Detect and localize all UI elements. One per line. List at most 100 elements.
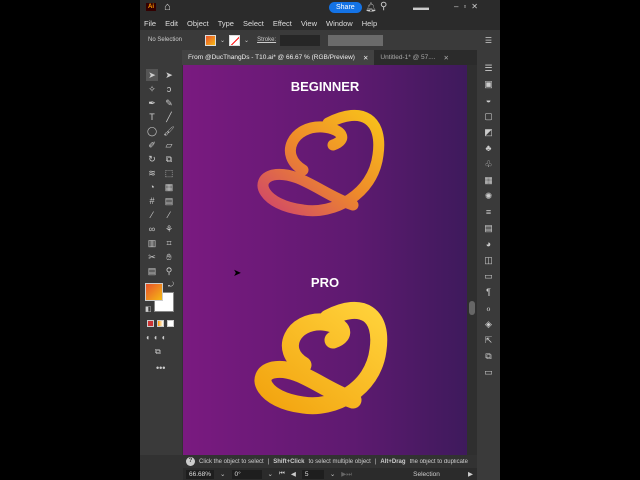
magic-wand-icon[interactable]: ✧ xyxy=(146,83,158,95)
hand-icon[interactable]: ✋︎ xyxy=(163,251,175,263)
direct-selection-tool-icon[interactable]: ➤ xyxy=(163,69,175,81)
comments-icon[interactable]: ▭ xyxy=(477,364,500,380)
draw-mode-icon[interactable]: ◐◐◐ xyxy=(146,333,170,342)
zoom-icon[interactable]: ⚲ xyxy=(163,265,175,277)
type-tool-icon[interactable]: T xyxy=(146,111,158,123)
color-icon[interactable]: ✺ xyxy=(477,188,500,204)
first-artboard-icon[interactable]: ⏮ xyxy=(279,470,285,478)
graphic-styles-icon[interactable]: ▢ xyxy=(477,108,500,124)
none-mode-icon[interactable] xyxy=(167,320,174,327)
default-colors-icon[interactable]: ◧ xyxy=(145,305,152,313)
share-button[interactable]: Share xyxy=(329,2,362,13)
free-transform-icon[interactable]: ⬚ xyxy=(163,167,175,179)
gradient-panel-icon[interactable]: ▤ xyxy=(477,220,500,236)
chevron-down-icon[interactable]: ⌄ xyxy=(220,37,225,44)
paintbrush-icon[interactable]: 🖌︎ xyxy=(163,125,175,137)
gradient-icon[interactable]: ▤ xyxy=(163,195,175,207)
rotation-field[interactable]: 0° xyxy=(231,469,262,479)
chevron-down-icon[interactable]: ⌄ xyxy=(268,470,273,478)
menu-select[interactable]: Select xyxy=(243,19,264,28)
notification-icon[interactable]: 🔔︎ xyxy=(365,2,376,13)
scale-icon[interactable]: ⧉ xyxy=(163,153,175,165)
menu-effect[interactable]: Effect xyxy=(273,19,292,28)
more-tools-icon[interactable]: ••• xyxy=(156,363,165,373)
layers-icon[interactable]: ◈ xyxy=(477,316,500,332)
stroke-weight-input[interactable] xyxy=(280,34,321,46)
fill-color-swatch[interactable] xyxy=(145,283,163,301)
previous-artboard-icon[interactable]: ◀ xyxy=(291,470,296,478)
appearance-icon[interactable]: ◒ xyxy=(477,92,500,108)
tab-untitled[interactable]: Untitled-1* @ 57.... ✕ xyxy=(374,50,454,65)
screen-mode-icon[interactable]: ⧉ xyxy=(155,347,161,357)
menu-edit[interactable]: Edit xyxy=(165,19,178,28)
stroke-icon[interactable]: ≡ xyxy=(477,204,500,220)
links-icon[interactable]: ⧉ xyxy=(477,348,500,364)
stroke-swatch[interactable] xyxy=(229,34,241,46)
help-icon[interactable]: ? xyxy=(186,457,195,466)
zoom-level-field[interactable]: 66.68% xyxy=(186,469,215,479)
symbols-icon[interactable]: ♧ xyxy=(477,156,500,172)
style-dropdown[interactable] xyxy=(328,34,384,46)
eyedropper-icon[interactable]: ⁄ xyxy=(146,209,158,221)
ellipse-tool-icon[interactable]: ◯ xyxy=(146,125,158,137)
graph-icon[interactable]: ▥ xyxy=(146,237,158,249)
gradient-mode-icon[interactable] xyxy=(157,320,164,327)
window-controls[interactable]: –▫✕ xyxy=(454,2,483,11)
scroll-thumb[interactable] xyxy=(469,301,475,315)
align-icon[interactable]: ◕ xyxy=(477,236,500,252)
close-icon[interactable]: ✕ xyxy=(443,54,448,62)
blend-icon[interactable]: ∞ xyxy=(146,223,158,235)
menu-file[interactable]: File xyxy=(144,19,156,28)
workspace-icon[interactable]: ▬▬ xyxy=(413,3,429,12)
mesh-icon[interactable]: # xyxy=(146,195,158,207)
pathfinder-icon[interactable]: ◫ xyxy=(477,252,500,268)
line-tool-icon[interactable]: ╱ xyxy=(163,111,175,123)
swap-icon[interactable]: ⤾ xyxy=(168,282,174,290)
selection-tool-icon[interactable]: ➤ xyxy=(146,69,158,81)
lasso-icon[interactable]: ↄ xyxy=(163,83,175,95)
menu-object[interactable]: Object xyxy=(187,19,209,28)
rotate-icon[interactable]: ↻ xyxy=(146,153,158,165)
perspective-icon[interactable]: ▦ xyxy=(163,181,175,193)
letter-artwork[interactable] xyxy=(183,65,467,455)
artboard-number-field[interactable]: 5 xyxy=(301,469,324,479)
paragraph-icon[interactable]: ¶ xyxy=(477,284,500,300)
next-artboard-icon[interactable]: ▶⏭ xyxy=(341,470,352,479)
menu-type[interactable]: Type xyxy=(218,19,234,28)
symbol-sprayer-icon[interactable]: ⚘ xyxy=(163,223,175,235)
brushes-icon[interactable]: ♣ xyxy=(477,140,500,156)
print-tiling-icon[interactable]: ▤ xyxy=(146,265,158,277)
swatches-icon[interactable]: ▦ xyxy=(477,172,500,188)
width-tool-icon[interactable]: ≋ xyxy=(146,167,158,179)
home-icon[interactable]: ⌂ xyxy=(164,1,171,13)
color-mode-icon[interactable] xyxy=(147,320,154,327)
properties-icon[interactable]: ☰ xyxy=(477,60,500,76)
opentype-icon[interactable]: ℴ xyxy=(477,300,500,316)
measure-icon[interactable]: ⁄ xyxy=(163,209,175,221)
eraser-icon[interactable]: ▱ xyxy=(163,139,175,151)
libraries-icon[interactable]: ▣ xyxy=(477,76,500,92)
export-icon[interactable]: ⇱ xyxy=(477,332,500,348)
vertical-scrollbar[interactable] xyxy=(467,65,477,455)
search-icon[interactable]: ⚲ xyxy=(380,1,387,12)
chevron-down-icon[interactable]: ⌄ xyxy=(220,470,225,478)
slice-icon[interactable]: ✂ xyxy=(146,251,158,263)
close-icon[interactable]: ✕ xyxy=(363,54,368,62)
tab-t10[interactable]: From @DucThangDs - T10.ai* @ 66.67 % (RG… xyxy=(182,50,375,65)
stroke-label[interactable]: Stroke: xyxy=(257,37,276,43)
menu-help[interactable]: Help xyxy=(362,19,377,28)
curvature-icon[interactable]: ✎ xyxy=(163,97,175,109)
transparency-icon[interactable]: ◩ xyxy=(477,124,500,140)
menu-icon[interactable]: ☰ xyxy=(485,36,492,45)
chevron-down-icon[interactable]: ⌄ xyxy=(244,37,249,44)
fill-swatch[interactable] xyxy=(205,34,216,46)
shape-builder-icon[interactable]: ◔ xyxy=(146,181,158,193)
status-menu-icon[interactable]: ▶ xyxy=(468,470,473,478)
artboards-icon[interactable]: ▭ xyxy=(477,268,500,284)
artboard-canvas[interactable]: BEGINNER PRO ➤ xyxy=(183,65,467,455)
pen-tool-icon[interactable]: ✒ xyxy=(146,97,158,109)
chevron-down-icon[interactable]: ⌄ xyxy=(330,470,335,478)
artboard-icon[interactable]: ⌗ xyxy=(163,237,175,249)
menu-view[interactable]: View xyxy=(301,19,317,28)
shaper-icon[interactable]: ✐ xyxy=(146,139,158,151)
